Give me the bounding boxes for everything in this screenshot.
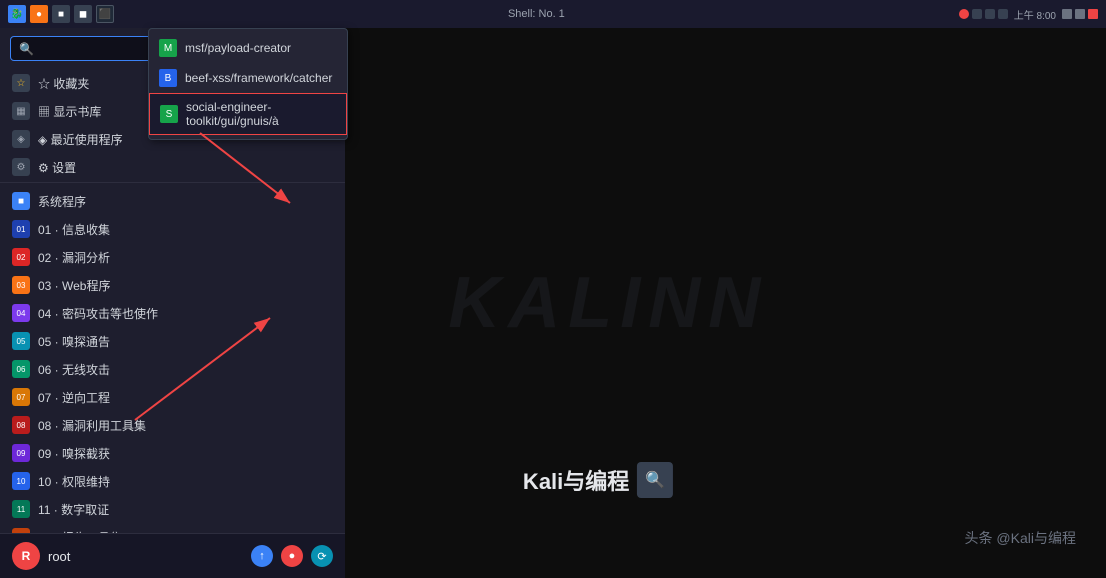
taskbar: 🐉 ● ■ ◼ ⬛ Shell: No. 1 上午 8:00	[0, 0, 1106, 28]
item-11-icon: 11	[12, 500, 30, 518]
submenu-item-2[interactable]: B beef-xss/framework/catcher	[149, 63, 347, 93]
taskbar-app-icon-1[interactable]: 🐉	[8, 5, 26, 23]
item-07-icon: 07	[12, 388, 30, 406]
menu-item-sys[interactable]: ■ 系统程序	[0, 187, 345, 215]
item-09-label: 09 · 嗅探截获	[38, 445, 110, 462]
submenu-item-1[interactable]: M msf/payload-creator	[149, 33, 347, 63]
menu-item-06[interactable]: 06 06 · 无线攻击	[0, 355, 345, 383]
minimize-btn[interactable]	[1062, 9, 1072, 19]
taskbar-terminal-icon[interactable]: ⬛	[96, 5, 114, 23]
item-08-label: 08 · 漏洞利用工具集	[38, 417, 146, 434]
all-apps-icon: ▦	[12, 102, 30, 120]
item-09-icon: 09	[12, 444, 30, 462]
submenu-item-3[interactable]: S social-engineer-toolkit/gui/gnuis/à	[149, 93, 347, 135]
item-02-label: 02 · 漏洞分析	[38, 249, 110, 266]
item-10-icon: 10	[12, 472, 30, 490]
user-name: root	[48, 549, 70, 564]
kali-label-text: Kali与编程	[523, 464, 629, 496]
window-controls	[1062, 9, 1098, 19]
close-btn[interactable]	[1088, 9, 1098, 19]
item-04-icon: 04	[12, 304, 30, 322]
item-06-icon: 06	[12, 360, 30, 378]
item-06-label: 06 · 无线攻击	[38, 361, 110, 378]
footer-btn-3[interactable]: ⟳	[311, 545, 333, 567]
menu-item-05[interactable]: 05 05 · 嗅探通告	[0, 327, 345, 355]
taskbar-right: 上午 8:00	[959, 7, 1098, 22]
menu-item-12[interactable]: 12 12 · 报告工具集	[0, 523, 345, 533]
item-08-icon: 08	[12, 416, 30, 434]
settings-icon: ⚙	[12, 158, 30, 176]
taskbar-app-icon-4[interactable]: ◼	[74, 5, 92, 23]
taskbar-left: 🐉 ● ■ ◼ ⬛	[8, 5, 114, 23]
submenu-label-1: msf/payload-creator	[185, 41, 291, 55]
item-05-label: 05 · 嗅探通告	[38, 333, 110, 350]
taskbar-title: Shell: No. 1	[508, 8, 565, 20]
taskbar-center-label: Shell: No. 1	[508, 8, 565, 20]
search-icon: 🔍	[19, 42, 34, 56]
favorites-label: ☆ 收藏夹	[38, 75, 89, 92]
tray-icon-2	[972, 9, 982, 19]
menu-item-07[interactable]: 07 07 · 逆向工程	[0, 383, 345, 411]
item-10-label: 10 · 权限维持	[38, 473, 110, 490]
menu-item-03[interactable]: 03 03 · Web程序	[0, 271, 345, 299]
submenu-icon-3: S	[160, 105, 178, 123]
user-avatar: R	[12, 542, 40, 570]
footer-btn-2[interactable]: ●	[281, 545, 303, 567]
submenu-panel: M msf/payload-creator B beef-xss/framewo…	[148, 28, 348, 140]
maximize-btn[interactable]	[1075, 9, 1085, 19]
favorites-icon: ☆	[12, 74, 30, 92]
submenu-icon-2: B	[159, 69, 177, 87]
item-04-label: 04 · 密码攻击等也使作	[38, 305, 158, 322]
menu-item-09[interactable]: 09 09 · 嗅探截获	[0, 439, 345, 467]
taskbar-app-icon-2[interactable]: ●	[30, 5, 48, 23]
tray-icons	[959, 9, 1008, 19]
kali-label-container: Kali与编程 🔍	[523, 462, 673, 498]
tray-icon-4	[998, 9, 1008, 19]
kali-search-button[interactable]: 🔍	[637, 462, 673, 498]
submenu-icon-1: M	[159, 39, 177, 57]
footer-actions: ↑ ● ⟳	[251, 545, 333, 567]
kali-watermark: KALINN	[448, 262, 768, 344]
item-05-icon: 05	[12, 332, 30, 350]
kali-logo-text: KALINN	[448, 262, 768, 344]
item-03-label: 03 · Web程序	[38, 277, 110, 294]
tray-icon-1	[959, 9, 969, 19]
menu-footer: R root ↑ ● ⟳	[0, 533, 345, 578]
recently-used-label: ◈ 最近使用程序	[38, 131, 123, 148]
menu-item-01[interactable]: 01 01 · 信息收集	[0, 215, 345, 243]
tray-icon-3	[985, 9, 995, 19]
recently-used-icon: ◈	[12, 130, 30, 148]
menu-item-10[interactable]: 10 10 · 权限维持	[0, 467, 345, 495]
bottom-watermark: 头条 @Kali与编程	[965, 528, 1076, 548]
all-apps-label: ▦ 显示书库	[38, 103, 101, 120]
submenu-label-3: social-engineer-toolkit/gui/gnuis/à	[186, 100, 336, 128]
item-07-label: 07 · 逆向工程	[38, 389, 110, 406]
sys-icon: ■	[12, 192, 30, 210]
menu-item-11[interactable]: 11 11 · 数字取证	[0, 495, 345, 523]
taskbar-app-icon-3[interactable]: ■	[52, 5, 70, 23]
taskbar-time: 上午 8:00	[1014, 7, 1056, 22]
footer-btn-1[interactable]: ↑	[251, 545, 273, 567]
menu-item-02[interactable]: 02 02 · 漏洞分析	[0, 243, 345, 271]
item-11-label: 11 · 数字取证	[38, 501, 109, 518]
item-01-label: 01 · 信息收集	[38, 221, 110, 238]
settings-label: ⚙ 设置	[38, 159, 76, 176]
menu-item-04[interactable]: 04 04 · 密码攻击等也使作	[0, 299, 345, 327]
item-03-icon: 03	[12, 276, 30, 294]
sys-label: 系统程序	[38, 193, 86, 210]
item-01-icon: 01	[12, 220, 30, 238]
submenu-label-2: beef-xss/framework/catcher	[185, 71, 332, 85]
item-02-icon: 02	[12, 248, 30, 266]
menu-item-08[interactable]: 08 08 · 漏洞利用工具集	[0, 411, 345, 439]
menu-item-settings[interactable]: ⚙ ⚙ 设置	[0, 153, 345, 183]
